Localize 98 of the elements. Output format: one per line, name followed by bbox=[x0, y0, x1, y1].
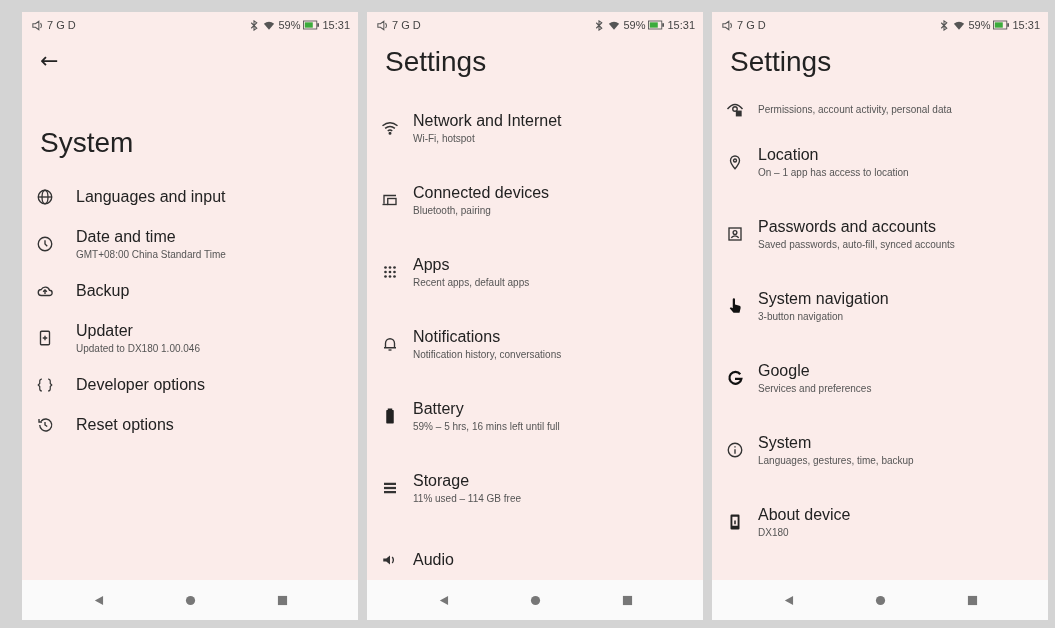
bluetooth-icon bbox=[593, 19, 606, 31]
wifi-icon bbox=[263, 19, 276, 31]
item-title: Reset options bbox=[76, 416, 174, 434]
item-title: System bbox=[758, 434, 813, 452]
battery-icon bbox=[993, 20, 1010, 30]
recents-nav-icon[interactable] bbox=[276, 594, 288, 606]
item-subtitle: DX180 bbox=[758, 527, 790, 538]
home-nav-icon[interactable] bbox=[184, 594, 196, 606]
item-title: Date and time bbox=[76, 228, 177, 246]
item-subtitle: Recent apps, default apps bbox=[413, 277, 530, 288]
battery-icon bbox=[303, 20, 320, 30]
settings-item[interactable]: Permissions, account activity, personal data bbox=[712, 92, 1048, 126]
wifi-icon bbox=[953, 19, 966, 31]
bluetooth-icon bbox=[248, 19, 261, 31]
battery-icon bbox=[648, 20, 665, 30]
item-title: Audio bbox=[413, 551, 454, 569]
item-title: Storage bbox=[413, 472, 471, 490]
item-title: Backup bbox=[76, 282, 130, 300]
item-subtitle: On – 1 app has access to location bbox=[758, 167, 909, 178]
back-nav-icon[interactable] bbox=[437, 594, 449, 606]
item-subtitle: Permissions, account activity, personal data bbox=[758, 103, 952, 115]
item-subtitle: Notification history, conversations bbox=[413, 349, 562, 360]
clock-icon bbox=[36, 235, 54, 253]
battery-percent: 59% bbox=[278, 19, 301, 31]
recents-nav-icon[interactable] bbox=[966, 594, 978, 606]
item-subtitle: GMT+08:00 China Standard Time bbox=[76, 249, 226, 260]
item-title: Google bbox=[758, 362, 811, 380]
settings-item[interactable]: Backup bbox=[22, 271, 358, 311]
reset-icon bbox=[36, 416, 54, 434]
apps-icon bbox=[381, 263, 399, 281]
battery-percent: 59% bbox=[968, 19, 991, 31]
screen-title: Settings bbox=[729, 45, 833, 78]
back-nav-icon[interactable] bbox=[782, 594, 794, 606]
settings-item[interactable]: Reset options bbox=[22, 405, 358, 445]
volume-icon bbox=[377, 19, 389, 31]
screen-title: System bbox=[39, 126, 135, 159]
account-icon bbox=[726, 225, 744, 243]
screen-title: Settings bbox=[384, 45, 488, 78]
settings-item[interactable]: System Languages, gestures, time, backup bbox=[712, 414, 1048, 486]
item-title: About device bbox=[758, 506, 851, 524]
wifi-icon bbox=[608, 19, 621, 31]
settings-item[interactable]: Network and Internet Wi-Fi, hotspot bbox=[367, 92, 703, 164]
settings-item[interactable]: Updater Updated to DX180 1.00.046 bbox=[22, 311, 358, 365]
back-button[interactable]: ← bbox=[30, 44, 69, 77]
item-subtitle: Languages, gestures, time, backup bbox=[758, 455, 914, 466]
item-title: Location bbox=[758, 146, 820, 164]
item-title: Languages and input bbox=[76, 188, 226, 206]
wifi-icon bbox=[381, 119, 399, 137]
settings-item[interactable]: Battery 59% – 5 hrs, 16 mins left until full bbox=[367, 380, 703, 452]
bell-icon bbox=[381, 335, 399, 353]
settings-item[interactable]: System navigation 3-button navigation bbox=[712, 270, 1048, 342]
item-title: Connected devices bbox=[413, 184, 550, 202]
braces-icon bbox=[36, 376, 54, 394]
settings-item[interactable]: Connected devices Bluetooth, pairing bbox=[367, 164, 703, 236]
status-text: 7 G D bbox=[392, 19, 421, 31]
item-subtitle: 3-button navigation bbox=[758, 311, 845, 322]
settings-item[interactable]: Passwords and accounts Saved passwords, auto-fill, synced accounts bbox=[712, 198, 1048, 270]
bluetooth-icon bbox=[938, 19, 951, 31]
status-text: 7 G D bbox=[47, 19, 76, 31]
google-icon bbox=[726, 369, 744, 387]
status-time: 15:31 bbox=[1012, 19, 1040, 31]
item-subtitle: 59% – 5 hrs, 16 mins left until full bbox=[413, 421, 560, 432]
recents-nav-icon[interactable] bbox=[621, 594, 633, 606]
settings-item[interactable]: Date and time GMT+08:00 China Standard Time bbox=[22, 217, 358, 271]
item-subtitle: Saved passwords, auto-fill, synced accounts bbox=[758, 239, 955, 250]
item-title: System navigation bbox=[758, 290, 889, 308]
item-title: Network and Internet bbox=[413, 112, 562, 130]
item-subtitle: 11% used – 114 GB free bbox=[413, 493, 522, 504]
item-title: Apps bbox=[413, 256, 451, 274]
status-time: 15:31 bbox=[667, 19, 695, 31]
item-subtitle: Bluetooth, pairing bbox=[413, 205, 492, 216]
volume-icon bbox=[32, 19, 44, 31]
settings-item[interactable]: Audio bbox=[367, 524, 703, 580]
info-icon bbox=[726, 441, 744, 459]
item-title: Notifications bbox=[413, 328, 502, 346]
settings-item[interactable]: Location On – 1 app has access to location bbox=[712, 126, 1048, 198]
home-nav-icon[interactable] bbox=[874, 594, 886, 606]
item-subtitle: Services and preferences bbox=[758, 383, 872, 394]
item-title: Passwords and accounts bbox=[758, 218, 937, 236]
globe-icon bbox=[36, 188, 54, 206]
status-time: 15:31 bbox=[322, 19, 350, 31]
settings-item[interactable]: Notifications Notification history, conversations bbox=[367, 308, 703, 380]
item-subtitle: Updated to DX180 1.00.046 bbox=[76, 343, 200, 354]
home-nav-icon[interactable] bbox=[529, 594, 541, 606]
battery-percent: 59% bbox=[623, 19, 646, 31]
item-title: Developer options bbox=[76, 376, 205, 394]
settings-item[interactable]: About device DX180 bbox=[712, 486, 1048, 558]
settings-item[interactable]: Languages and input bbox=[22, 177, 358, 217]
item-subtitle: Wi-Fi, hotspot bbox=[413, 133, 476, 144]
item-title: Battery bbox=[413, 400, 465, 418]
back-nav-icon[interactable] bbox=[92, 594, 104, 606]
status-text: 7 G D bbox=[737, 19, 766, 31]
settings-item[interactable]: Developer options bbox=[22, 365, 358, 405]
settings-item[interactable]: Google Services and preferences bbox=[712, 342, 1048, 414]
item-title: Updater bbox=[76, 322, 134, 340]
settings-item[interactable]: Apps Recent apps, default apps bbox=[367, 236, 703, 308]
settings-item[interactable]: Storage 11% used – 114 GB free bbox=[367, 452, 703, 524]
volume-icon bbox=[722, 19, 734, 31]
